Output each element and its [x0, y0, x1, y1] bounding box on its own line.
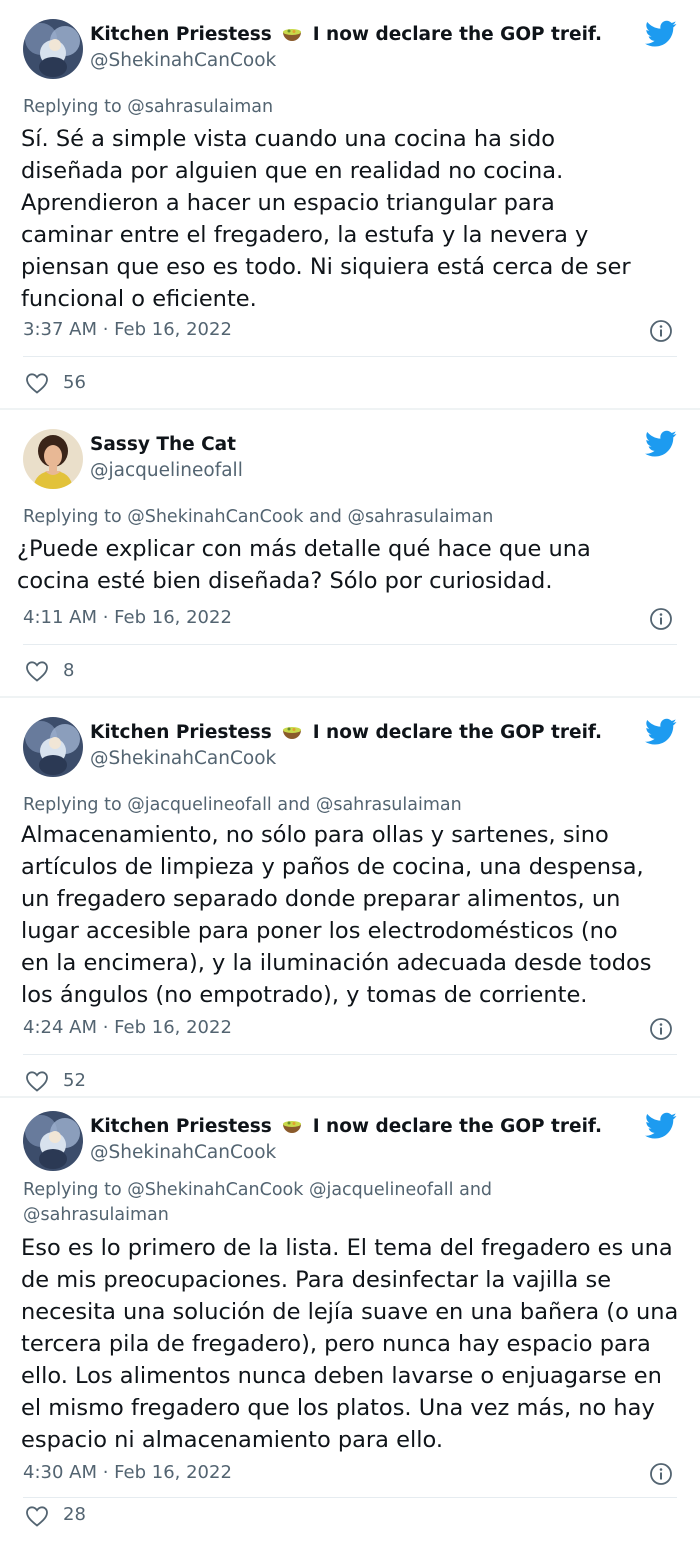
- divider: [23, 644, 677, 645]
- replying-to[interactable]: Replying to @ShekinahCanCook @jacqueline…: [23, 1178, 492, 1228]
- replying-to[interactable]: Replying to @jacquelineofall and @sahras…: [23, 793, 462, 818]
- divider: [23, 356, 677, 357]
- heart-icon[interactable]: [25, 660, 49, 682]
- user-handle[interactable]: @ShekinahCanCook: [90, 50, 276, 71]
- heart-icon[interactable]: [25, 1070, 49, 1092]
- replying-to[interactable]: Replying to @ShekinahCanCook and @sahras…: [23, 505, 493, 530]
- tweet-card[interactable]: Kitchen Priestess I now declare the GOP …: [0, 698, 700, 1096]
- display-name[interactable]: Sassy The Cat: [90, 434, 236, 455]
- display-name-text[interactable]: Kitchen Priestess: [90, 722, 272, 743]
- display-name[interactable]: Kitchen Priestess I now declare the GOP …: [90, 24, 602, 45]
- timestamp[interactable]: 4:11 AM · Feb 16, 2022: [23, 607, 232, 628]
- twitter-bird-icon[interactable]: [645, 20, 677, 48]
- twitter-bird-icon[interactable]: [645, 1112, 677, 1140]
- bowl-emoji-icon: [283, 29, 302, 41]
- display-name[interactable]: Kitchen Priestess I now declare the GOP …: [90, 722, 602, 743]
- divider: [23, 1497, 677, 1498]
- replying-to[interactable]: Replying to @sahrasulaiman: [23, 95, 273, 120]
- info-icon[interactable]: [649, 607, 673, 631]
- like-count: 52: [63, 1070, 86, 1091]
- twitter-bird-icon[interactable]: [645, 430, 677, 458]
- heart-icon[interactable]: [25, 1505, 49, 1527]
- twitter-bird-icon[interactable]: [645, 718, 677, 746]
- angel-avatar[interactable]: [23, 1111, 83, 1171]
- timestamp[interactable]: 4:24 AM · Feb 16, 2022: [23, 1017, 232, 1038]
- bowl-emoji-icon: [283, 727, 302, 739]
- user-handle[interactable]: @ShekinahCanCook: [90, 1142, 276, 1163]
- tweet-card[interactable]: Kitchen Priestess I now declare the GOP …: [0, 0, 700, 408]
- display-name-suffix: I now declare the GOP treif.: [312, 1116, 602, 1137]
- timestamp[interactable]: 4:30 AM · Feb 16, 2022: [23, 1462, 232, 1483]
- bowl-emoji-icon: [283, 1121, 302, 1133]
- like-count: 28: [63, 1504, 86, 1525]
- display-name[interactable]: Kitchen Priestess I now declare the GOP …: [90, 1116, 602, 1137]
- tweet-card[interactable]: Sassy The Cat @jacquelineofall Replying …: [0, 410, 700, 696]
- tweet-text: Eso es lo primero de la lista. El tema d…: [21, 1235, 679, 1453]
- tweet-card[interactable]: Kitchen Priestess I now declare the GOP …: [0, 1098, 700, 1544]
- user-handle[interactable]: @jacquelineofall: [90, 460, 243, 481]
- display-name-suffix: I now declare the GOP treif.: [312, 722, 602, 743]
- like-count: 8: [63, 660, 75, 681]
- display-name-text[interactable]: Sassy The Cat: [90, 434, 236, 455]
- info-icon[interactable]: [649, 319, 673, 343]
- timestamp[interactable]: 3:37 AM · Feb 16, 2022: [23, 319, 232, 340]
- tweet-text: Sí. Sé a simple vista cuando una cocina …: [21, 126, 631, 312]
- user-handle[interactable]: @ShekinahCanCook: [90, 748, 276, 769]
- info-icon[interactable]: [649, 1462, 673, 1486]
- display-name-text[interactable]: Kitchen Priestess: [90, 24, 272, 45]
- info-icon[interactable]: [649, 1017, 673, 1041]
- woman-avatar[interactable]: [23, 429, 83, 489]
- angel-avatar[interactable]: [23, 19, 83, 79]
- angel-avatar[interactable]: [23, 717, 83, 777]
- display-name-text[interactable]: Kitchen Priestess: [90, 1116, 272, 1137]
- heart-icon[interactable]: [25, 372, 49, 394]
- tweet-text: ¿Puede explicar con más detalle qué hace…: [17, 536, 591, 594]
- tweet-text: Almacenamiento, no sólo para ollas y sar…: [21, 822, 652, 1008]
- display-name-suffix: I now declare the GOP treif.: [312, 24, 602, 45]
- divider: [23, 1054, 677, 1055]
- like-count: 56: [63, 372, 86, 393]
